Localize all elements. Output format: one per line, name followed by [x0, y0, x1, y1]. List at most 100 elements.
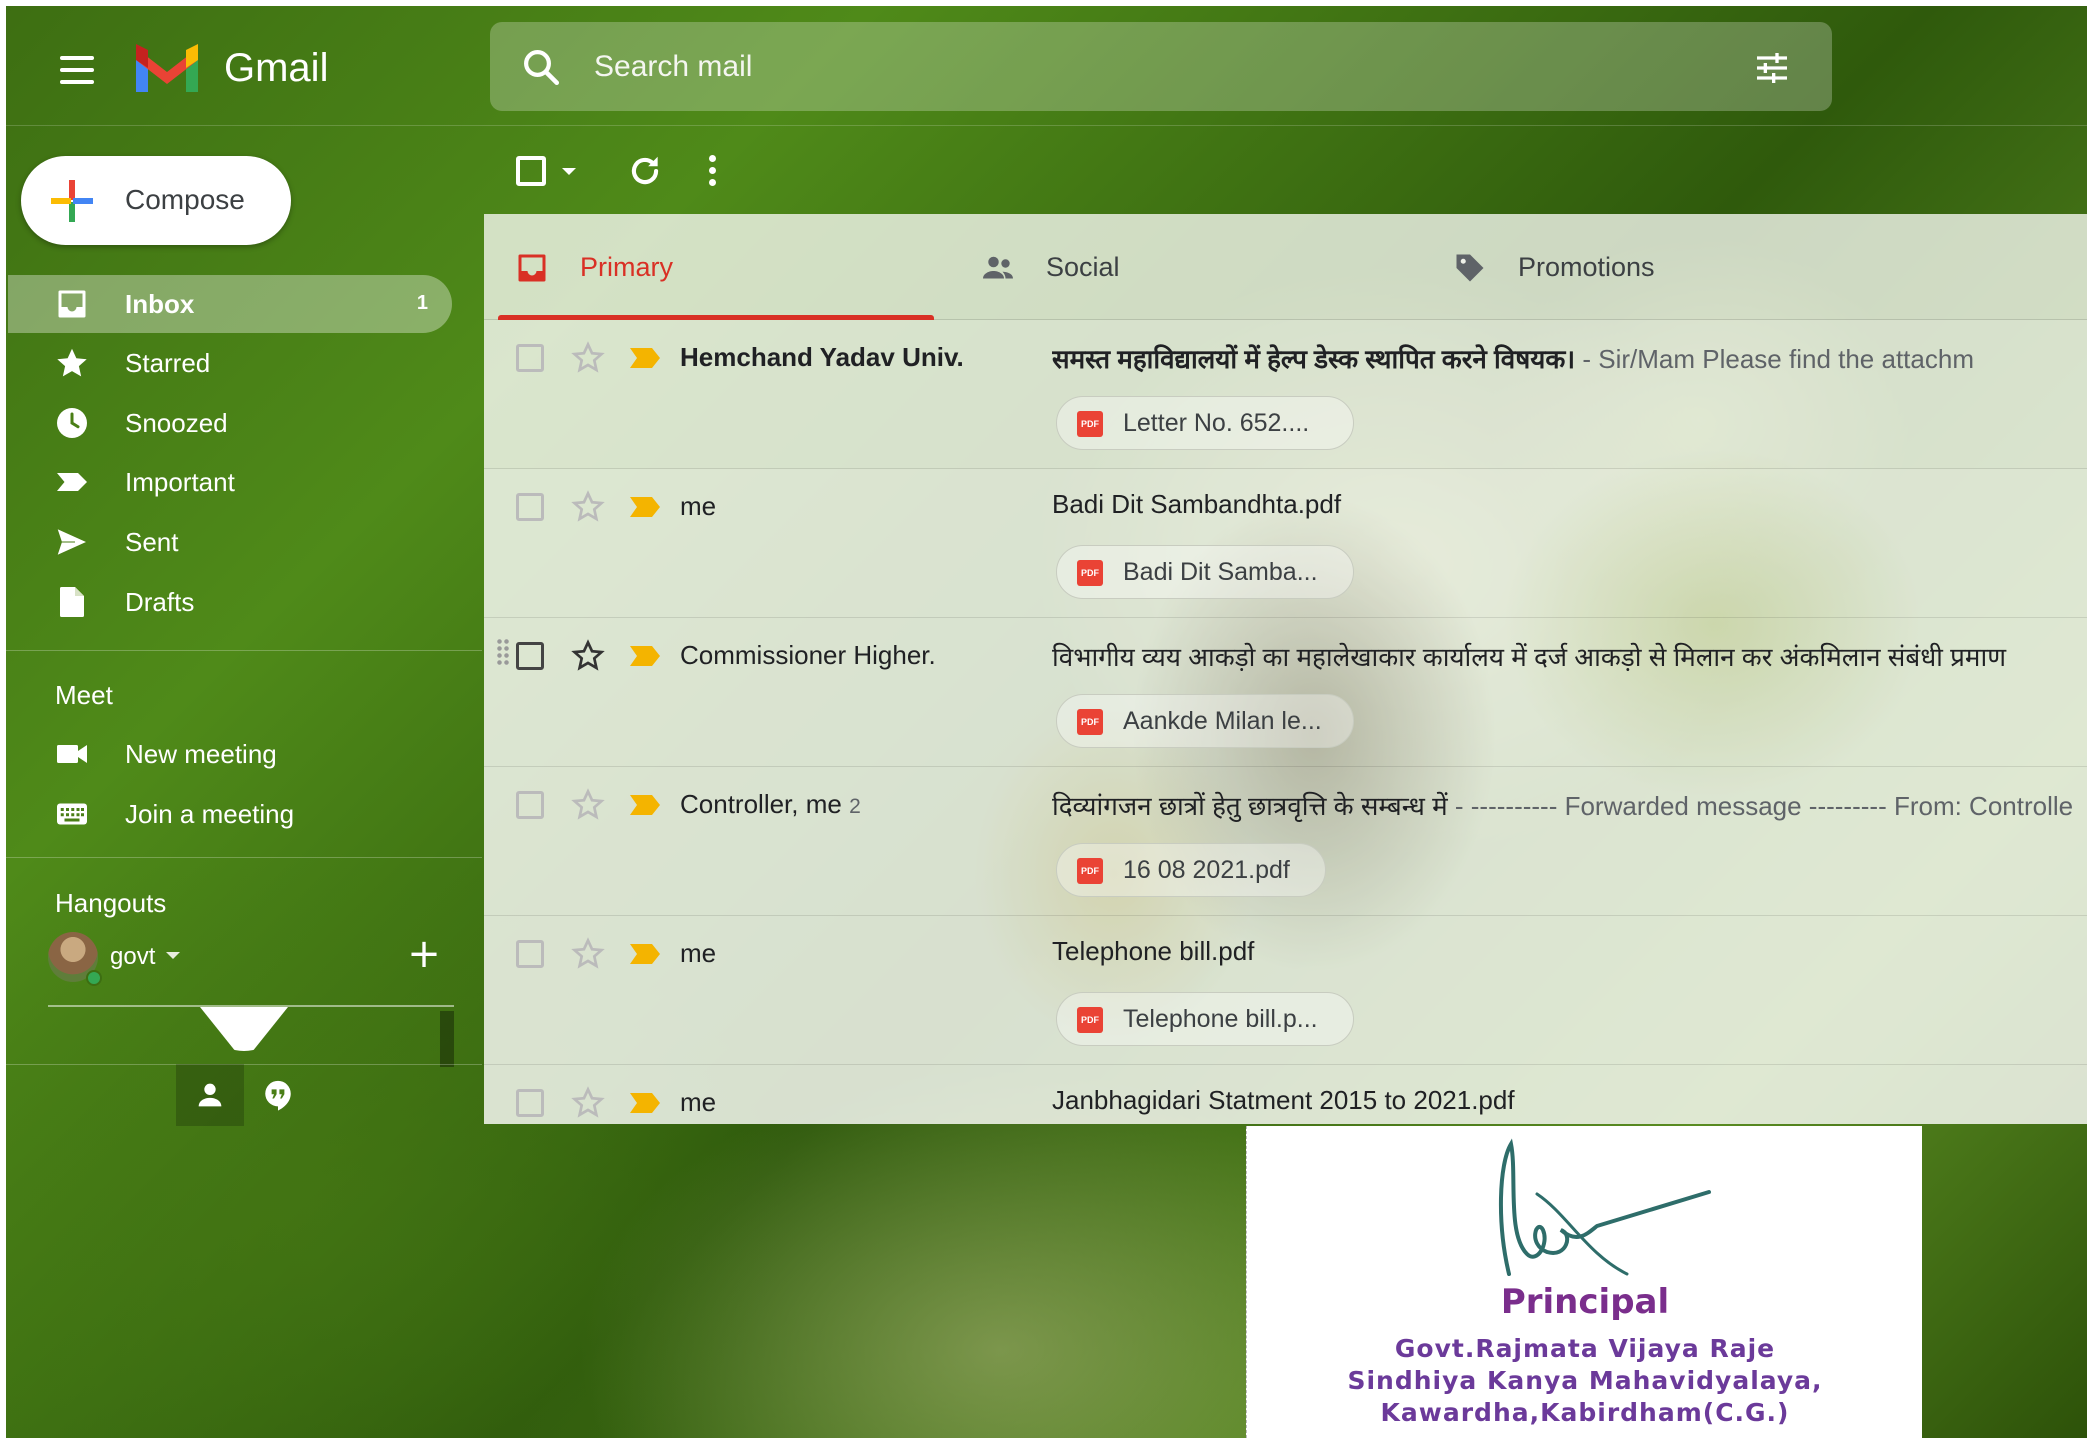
attachment-chip[interactable]: PDF Letter No. 652....	[1056, 396, 1354, 450]
important-marker-icon[interactable]	[628, 644, 662, 668]
inbox-icon	[58, 290, 86, 318]
search-options-icon[interactable]	[1752, 48, 1792, 88]
screen-edge-left	[0, 0, 6, 1438]
row-checkbox[interactable]	[516, 1089, 544, 1117]
signature-title: Principal	[1500, 1282, 1670, 1322]
hangouts-tab[interactable]	[244, 1064, 312, 1126]
row-checkbox[interactable]	[516, 493, 544, 521]
clock-icon	[57, 408, 87, 438]
subject: Janbhagidari Statment 2015 to 2021.pdf	[1052, 1085, 1515, 1115]
row-checkbox[interactable]	[516, 940, 544, 968]
star-outline-icon[interactable]	[570, 638, 606, 674]
search-bar[interactable]	[490, 22, 1832, 111]
table-row[interactable]: me Telephone bill.pdf PDF Telephone bill…	[484, 916, 2087, 1065]
important-icon	[57, 473, 87, 491]
chevron-down-icon[interactable]	[166, 952, 180, 959]
important-marker-icon[interactable]	[628, 346, 662, 370]
sidebar-item-label: Join a meeting	[125, 799, 295, 829]
star-outline-icon[interactable]	[570, 1085, 606, 1121]
sidebar-item-inbox[interactable]: Inbox 1	[8, 275, 452, 333]
app-name: Gmail	[224, 46, 329, 90]
attachment-name: 16 08 2021.pdf	[1123, 856, 1290, 884]
subject: Telephone bill.pdf	[1052, 936, 1255, 966]
table-row[interactable]: Commissioner Higher. विभागीय व्यय आकड़ो …	[484, 618, 2087, 767]
table-row[interactable]: Controller, me 2 दिव्यांगजन छात्रों हेतु…	[484, 767, 2087, 916]
star-outline-icon[interactable]	[570, 936, 606, 972]
subject-line: Telephone bill.pdf	[1052, 936, 2087, 967]
person-icon	[198, 1083, 222, 1107]
important-marker-icon[interactable]	[628, 793, 662, 817]
more-options-icon[interactable]	[702, 152, 722, 192]
tab-label: Primary	[580, 252, 673, 282]
subject-line: दिव्यांगजन छात्रों हेतु छात्रवृत्ति के स…	[1052, 787, 2087, 823]
subject-line: Badi Dit Sambandhta.pdf	[1052, 489, 2087, 520]
pdf-icon: PDF	[1077, 560, 1103, 586]
subject: दिव्यांगजन छात्रों हेतु छात्रवृत्ति के स…	[1052, 791, 1448, 821]
sidebar-item-join-meeting[interactable]: Join a meeting	[8, 785, 452, 843]
star-outline-icon[interactable]	[570, 489, 606, 525]
section-divider	[6, 650, 482, 651]
refresh-icon[interactable]	[626, 152, 664, 190]
hangouts-user: govt +	[48, 932, 468, 988]
sidebar-item-important[interactable]: Important	[8, 453, 452, 511]
star-outline-icon[interactable]	[570, 787, 606, 823]
search-icon[interactable]	[520, 46, 562, 88]
sidebar-item-label: Snoozed	[125, 408, 228, 438]
gmail-logo-icon[interactable]	[132, 40, 202, 96]
unread-count-badge: 1	[416, 292, 428, 314]
pdf-icon: PDF	[1077, 1007, 1103, 1033]
tab-promotions[interactable]: Promotions	[1422, 214, 1862, 320]
row-checkbox[interactable]	[516, 344, 544, 372]
tab-primary[interactable]: Primary	[484, 214, 934, 320]
hangouts-scrollbar[interactable]	[440, 1011, 454, 1067]
sidebar-item-label: Starred	[125, 348, 211, 378]
search-input[interactable]	[594, 42, 1694, 92]
drag-handle-icon[interactable]	[496, 638, 510, 666]
sender-name: Hemchand Yadav Univ.	[680, 342, 964, 372]
pdf-icon: PDF	[1077, 411, 1103, 437]
sidebar-item-snoozed[interactable]: Snoozed	[8, 394, 452, 452]
subject-line: Janbhagidari Statment 2015 to 2021.pdf	[1052, 1085, 2087, 1116]
attachment-chip[interactable]: PDF Telephone bill.p...	[1056, 992, 1354, 1046]
sidebar-item-new-meeting[interactable]: New meeting	[8, 725, 452, 783]
sidebar-item-drafts[interactable]: Drafts	[8, 573, 452, 631]
subject: समस्त महाविद्यालयों में हेल्प डेस्क स्था…	[1052, 344, 1576, 374]
important-marker-icon[interactable]	[628, 942, 662, 966]
send-icon	[56, 527, 89, 557]
contacts-tab[interactable]	[176, 1064, 244, 1126]
add-hangout-button[interactable]: +	[404, 934, 444, 974]
important-marker-icon[interactable]	[628, 495, 662, 519]
sidebar-item-sent[interactable]: Sent	[8, 513, 452, 571]
pdf-icon: PDF	[1077, 858, 1103, 884]
attachment-chip[interactable]: PDF Badi Dit Samba...	[1056, 545, 1354, 599]
tag-icon	[1456, 254, 1484, 282]
compose-button[interactable]: Compose	[21, 156, 291, 245]
attachment-chip[interactable]: PDF Aankde Milan le...	[1056, 694, 1354, 748]
main-menu-button[interactable]	[50, 48, 110, 98]
sidebar-item-label: Drafts	[125, 587, 195, 617]
hangouts-user-name[interactable]: govt	[110, 943, 155, 971]
row-checkbox[interactable]	[516, 791, 544, 819]
sidebar-item-starred[interactable]: Starred	[8, 334, 452, 392]
people-icon	[983, 256, 1013, 279]
signature-line: Govt.Rajmata Vijaya Raje	[1394, 1334, 1776, 1363]
table-row[interactable]: Hemchand Yadav Univ. समस्त महाविद्यालयों…	[484, 320, 2087, 469]
attachment-chip[interactable]: PDF 16 08 2021.pdf	[1056, 843, 1326, 897]
subject-line: विभागीय व्यय आकड़ो का महालेखाकार कार्याल…	[1052, 638, 2087, 674]
table-row[interactable]: me Janbhagidari Statment 2015 to 2021.pd…	[484, 1065, 2087, 1124]
quote-bubble-icon	[265, 1080, 291, 1111]
snippet: - ---------- Forwarded message ---------…	[1447, 791, 2074, 821]
tab-social[interactable]: Social	[950, 214, 1390, 320]
mail-toolbar	[484, 126, 2087, 214]
sender-name: me	[680, 938, 717, 968]
select-all-checkbox[interactable]	[516, 156, 546, 186]
important-marker-icon[interactable]	[628, 1091, 662, 1115]
signature-line: Sindhiya Kanya Mahavidyalaya,	[1347, 1366, 1823, 1395]
header: Gmail	[6, 6, 2087, 126]
star-outline-icon[interactable]	[570, 340, 606, 376]
category-tabs: Primary Social Promotions	[484, 214, 2087, 320]
mail-list-panel: Primary Social Promotions Hemchand Yadav…	[484, 214, 2087, 1124]
select-dropdown-icon[interactable]	[562, 168, 576, 175]
row-checkbox[interactable]	[516, 642, 544, 670]
table-row[interactable]: me Badi Dit Sambandhta.pdf PDF Badi Dit …	[484, 469, 2087, 618]
